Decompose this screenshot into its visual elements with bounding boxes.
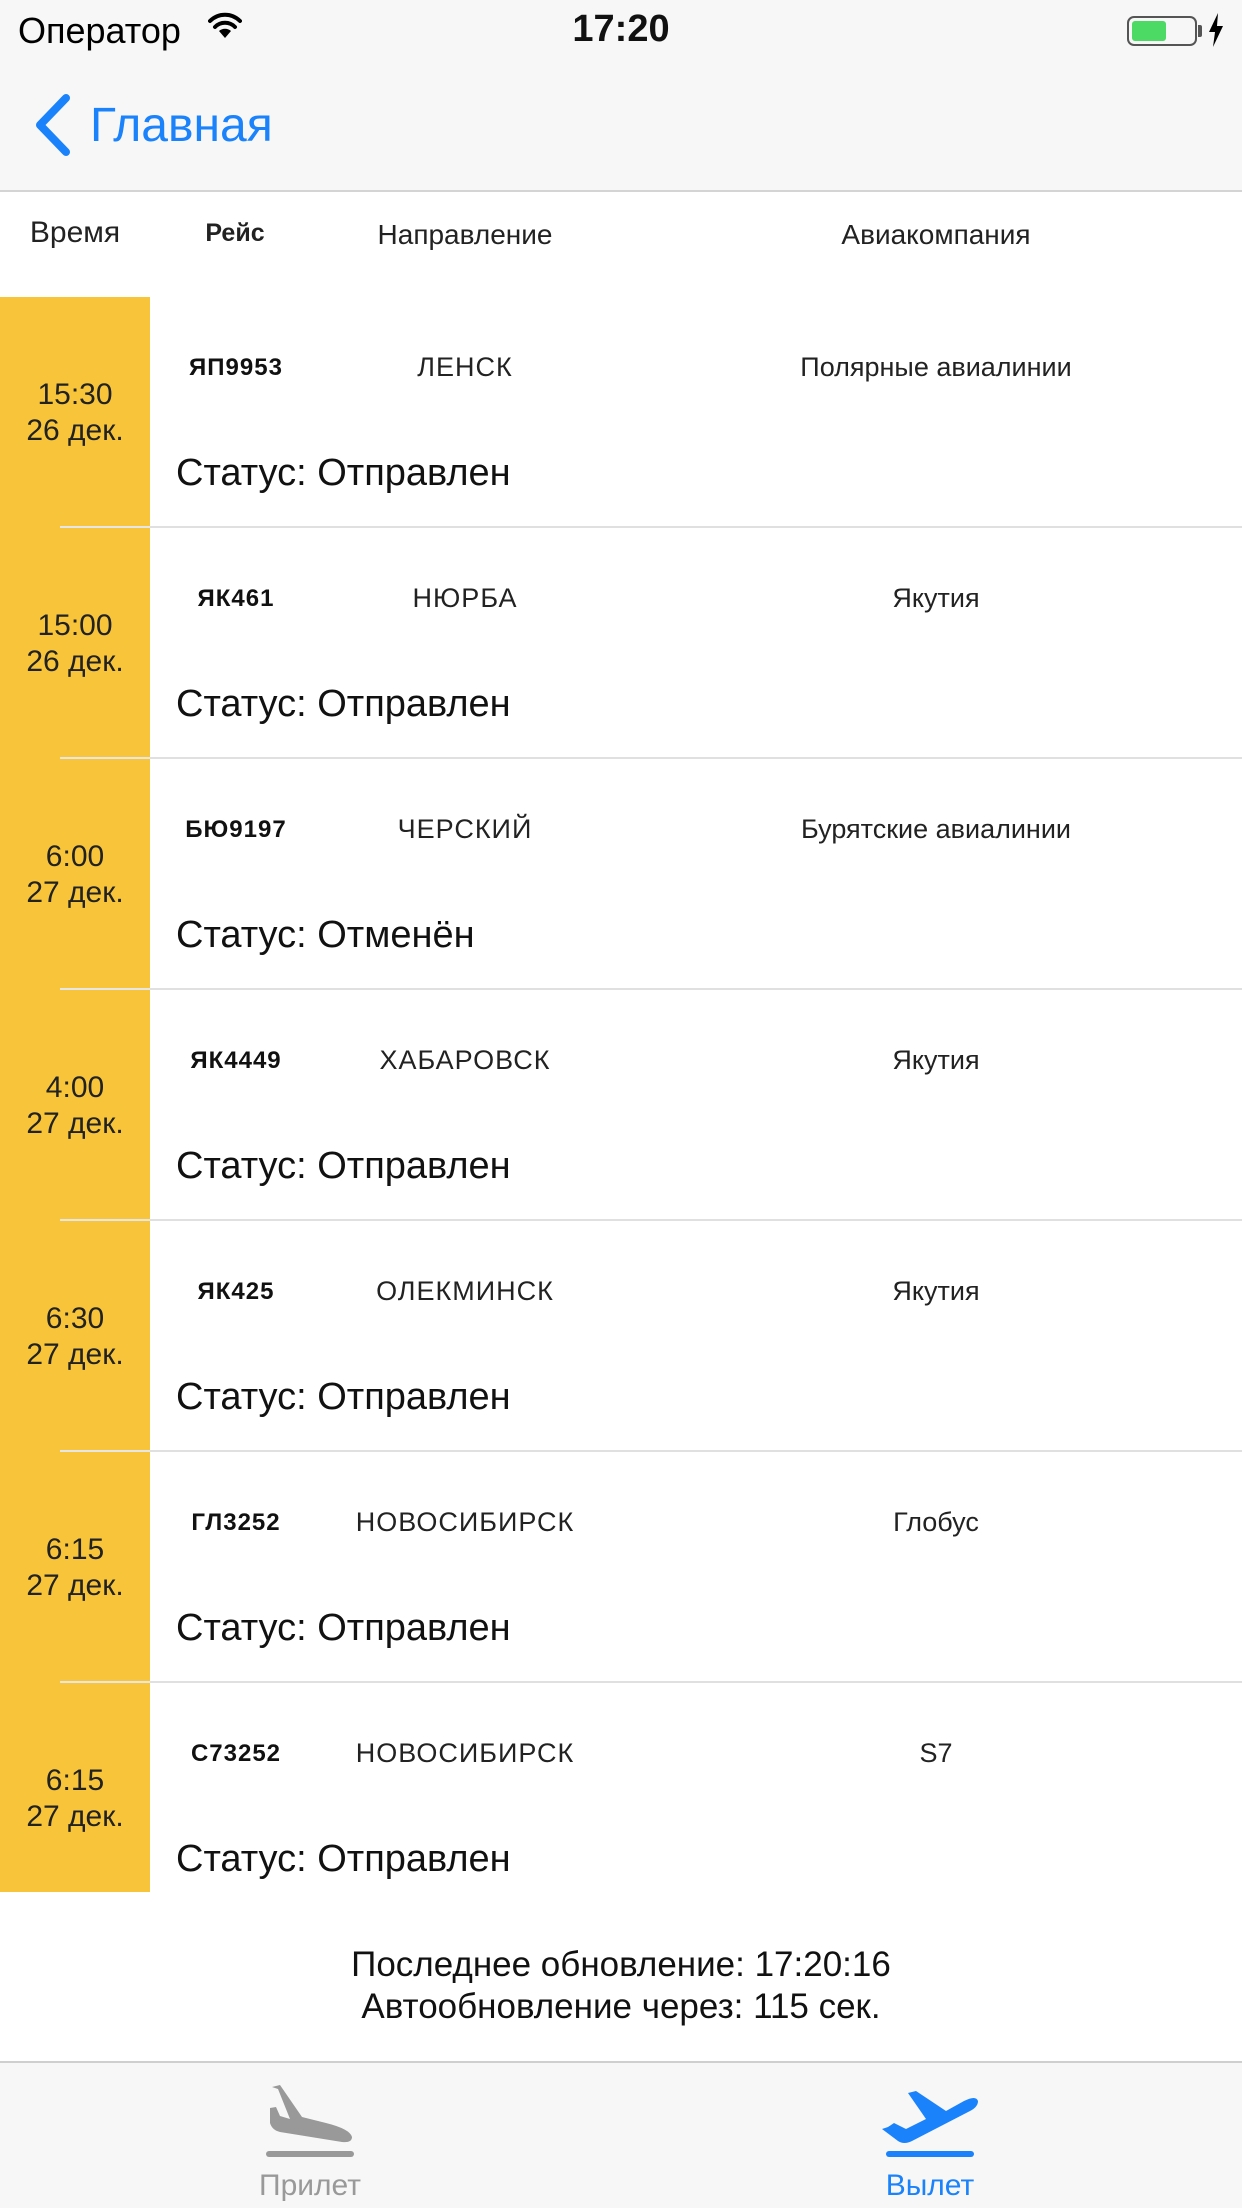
flight-status: Статус: Отправлен [176, 1145, 511, 1188]
departure-date: 26 дек. [26, 413, 124, 447]
flight-status: Статус: Отправлен [176, 452, 511, 495]
departure-date: 27 дек. [26, 1799, 124, 1833]
flight-row[interactable]: 6:15 27 дек. С73252 НОВОСИБИРСК S7 Стату… [0, 1683, 1242, 1892]
destination: ХАБАРОВСК [379, 1045, 551, 1075]
departure-time: 15:00 [37, 608, 113, 642]
plane-landing-icon [266, 2085, 354, 2157]
airline: Якутия [892, 1276, 980, 1306]
flight-row[interactable]: 6:15 27 дек. ГЛ3252 НОВОСИБИРСК Глобус С… [0, 1452, 1242, 1683]
flight-status: Статус: Отправлен [176, 1607, 511, 1650]
destination: ОЛЕКМИНСК [376, 1276, 554, 1306]
flight-status: Статус: Отправлен [176, 683, 511, 726]
departure-date: 27 дек. [26, 875, 124, 909]
status-prefix: Статус: [176, 452, 307, 494]
time-cell: 6:15 27 дек. [0, 1452, 150, 1683]
airline: Якутия [892, 583, 980, 613]
header-destination: Направление [377, 219, 553, 250]
flight-number: ЯК461 [197, 585, 275, 612]
flight-number: ГЛ3252 [191, 1509, 281, 1536]
flight-status: Статус: Отправлен [176, 1838, 511, 1881]
flight-list[interactable]: 15:30 26 дек. ЯП9953 ЛЕНСК Полярные авиа… [0, 297, 1242, 1892]
airline: S7 [919, 1738, 953, 1768]
status-value: Отправлен [317, 1607, 511, 1649]
departure-date: 27 дек. [26, 1337, 124, 1371]
airline: Глобус [893, 1507, 979, 1537]
status-value: Отправлен [317, 1376, 511, 1418]
time-cell: 15:30 26 дек. [0, 297, 150, 528]
status-value: Отправлен [317, 452, 511, 494]
header-airline: Авиакомпания [841, 219, 1031, 250]
status-value: Отправлен [317, 1145, 511, 1187]
departure-time: 6:00 [45, 839, 105, 873]
departure-time: 15:30 [37, 377, 113, 411]
battery-icon [1127, 16, 1197, 46]
status-value: Отправлен [317, 1838, 511, 1880]
departure-time: 6:30 [45, 1301, 105, 1335]
flight-status: Статус: Отменён [176, 914, 475, 957]
tab-arrivals-label: Прилет [259, 2169, 361, 2202]
battery-tip [1198, 25, 1202, 37]
destination: ЧЕРСКИЙ [397, 814, 533, 844]
tab-departures-label: Вылет [885, 2169, 975, 2202]
back-button-label: Главная [90, 98, 273, 152]
status-prefix: Статус: [176, 1145, 307, 1187]
status-prefix: Статус: [176, 1607, 307, 1649]
chevron-left-icon [36, 94, 70, 156]
departure-date: 26 дек. [26, 644, 124, 678]
flight-status: Статус: Отправлен [176, 1376, 511, 1419]
plane-takeoff-icon [882, 2091, 978, 2157]
tab-arrivals[interactable]: Прилет [110, 2063, 510, 2208]
time-cell: 4:00 27 дек. [0, 990, 150, 1221]
flight-row[interactable]: 4:00 27 дек. ЯК4449 ХАБАРОВСК Якутия Ста… [0, 990, 1242, 1221]
flight-number: С73252 [190, 1740, 282, 1767]
status-prefix: Статус: [176, 914, 307, 956]
flight-row[interactable]: 6:30 27 дек. ЯК425 ОЛЕКМИНСК Якутия Стат… [0, 1221, 1242, 1452]
time-cell: 6:15 27 дек. [0, 1683, 150, 1892]
status-value: Отправлен [317, 683, 511, 725]
destination: НОВОСИБИРСК [355, 1507, 575, 1537]
airline: Бурятские авиалинии [801, 814, 1071, 844]
status-prefix: Статус: [176, 1838, 307, 1880]
table-header: Время Рейс Направление Авиакомпания [0, 192, 1242, 297]
tab-departures[interactable]: Вылет [730, 2063, 1130, 2208]
destination: ЛЕНСК [417, 352, 513, 382]
header-flight: Рейс [205, 219, 265, 247]
departure-time: 6:15 [45, 1763, 105, 1797]
back-button[interactable]: Главная [30, 90, 273, 160]
status-prefix: Статус: [176, 683, 307, 725]
departure-date: 27 дек. [26, 1568, 124, 1602]
flight-row[interactable]: 15:00 26 дек. ЯК461 НЮРБА Якутия Статус:… [0, 528, 1242, 759]
tab-bar: Прилет Вылет [0, 2061, 1242, 2208]
flight-number: ЯК4449 [190, 1047, 282, 1074]
destination: НЮРБА [412, 583, 518, 613]
flight-number: БЮ9197 [185, 816, 287, 843]
time-cell: 6:00 27 дек. [0, 759, 150, 990]
airline: Якутия [892, 1045, 980, 1075]
status-bar: Оператор 17:20 [0, 0, 1242, 60]
auto-update-text: Автообновление через: 115 сек. [361, 1987, 881, 2026]
status-prefix: Статус: [176, 1376, 307, 1418]
last-update-text: Последнее обновление: 17:20:16 [351, 1945, 891, 1984]
flight-row[interactable]: 15:30 26 дек. ЯП9953 ЛЕНСК Полярные авиа… [0, 297, 1242, 528]
flight-number: ЯП9953 [189, 354, 283, 381]
header-time: Время [29, 216, 121, 249]
navigation-bar: Главная [0, 60, 1242, 192]
time-cell: 6:30 27 дек. [0, 1221, 150, 1452]
airline: Полярные авиалинии [800, 352, 1072, 382]
charging-icon [1209, 13, 1223, 47]
departure-time: 4:00 [45, 1070, 105, 1104]
departure-time: 6:15 [45, 1532, 105, 1566]
destination: НОВОСИБИРСК [355, 1738, 575, 1768]
time-cell: 15:00 26 дек. [0, 528, 150, 759]
status-value: Отменён [317, 914, 475, 956]
flight-row[interactable]: 6:00 27 дек. БЮ9197 ЧЕРСКИЙ Бурятские ав… [0, 759, 1242, 990]
departure-date: 27 дек. [26, 1106, 124, 1140]
status-time: 17:20 [572, 8, 670, 50]
flight-number: ЯК425 [197, 1278, 275, 1305]
update-info: Последнее обновление: 17:20:16 Автообнов… [0, 1944, 1242, 2028]
